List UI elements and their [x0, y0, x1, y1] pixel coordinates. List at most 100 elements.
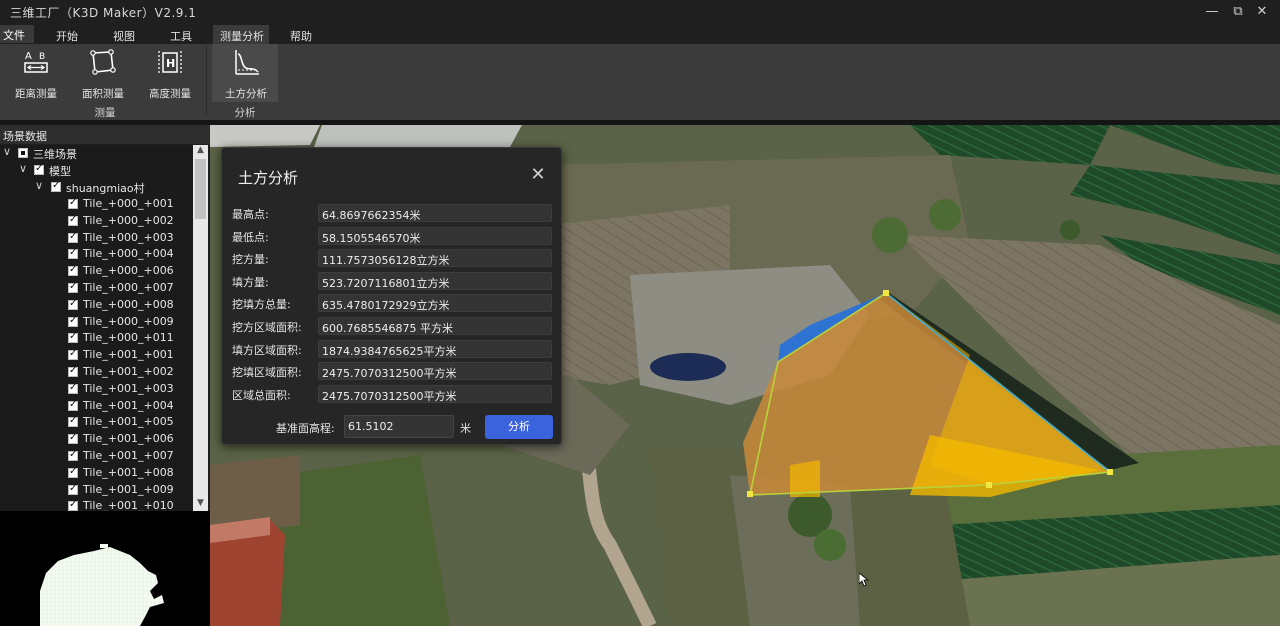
close-icon[interactable]: ✕	[528, 166, 548, 186]
tree-node-tile[interactable]: Tile_+001_+009	[0, 482, 193, 499]
distance-measure-label: 距离测量	[15, 88, 57, 100]
checkbox[interactable]	[68, 214, 78, 226]
tree-node-tile[interactable]: Tile_+001_+001	[0, 347, 193, 364]
distance-measure-button[interactable]: A B 距离测量	[5, 46, 67, 100]
tree-node-root[interactable]: ∨ 三维场景	[0, 145, 193, 162]
menu-tools[interactable]: 工具	[170, 28, 192, 44]
title-bar: 三维工厂（K3D Maker）V2.9.1 — ⧉ ✕	[0, 0, 1280, 24]
tree-node-label: 模型	[49, 165, 71, 178]
minimize-button[interactable]: —	[1202, 2, 1222, 22]
result-row: 挖填区域面积: 2475.7070312500平方米	[232, 362, 554, 381]
checkbox[interactable]	[68, 264, 78, 277]
menu-help[interactable]: 帮助	[290, 28, 312, 44]
minimap-footprint-image	[40, 544, 164, 626]
tree-node-label: Tile_+000_+008	[83, 297, 174, 311]
tree-node-tile[interactable]: Tile_+001_+010	[0, 498, 193, 511]
tree-node-tile[interactable]: Tile_+000_+008	[0, 297, 193, 314]
menu-view[interactable]: 视图	[113, 28, 135, 44]
chevron-down-icon[interactable]: ∨	[3, 145, 11, 158]
chevron-down-icon[interactable]: ∨	[19, 162, 27, 175]
result-value: 64.8697662354米	[318, 204, 552, 222]
result-value: 1874.9384765625平方米	[318, 339, 552, 358]
checkbox[interactable]	[68, 231, 78, 243]
height-measure-button[interactable]: H 高度测量	[139, 46, 201, 100]
analyze-button[interactable]: 分析	[485, 415, 553, 439]
checkbox[interactable]	[34, 163, 44, 175]
tree-node-label: Tile_+001_+006	[83, 432, 174, 446]
restore-button[interactable]: ⧉	[1228, 2, 1248, 22]
tree-node-tile[interactable]: Tile_+000_+002	[0, 213, 193, 230]
checkbox[interactable]	[68, 466, 78, 478]
checkbox[interactable]	[68, 399, 78, 411]
scroll-down-icon[interactable]: ▼	[193, 498, 208, 511]
result-value: 600.7685546875 平方米	[318, 317, 552, 335]
app-title: 三维工厂（K3D Maker）V2.9.1	[10, 6, 197, 20]
tree-node-tile[interactable]: Tile_+000_+007	[0, 280, 193, 297]
tree-node-label: Tile_+001_+003	[83, 381, 174, 395]
tree-node-tile[interactable]: Tile_+000_+003	[0, 230, 193, 247]
tree-node-tile[interactable]: Tile_+000_+004	[0, 246, 193, 263]
tree-node-tile[interactable]: Tile_+000_+001	[0, 196, 193, 213]
checkbox[interactable]	[68, 281, 78, 293]
tree-node-tile[interactable]: Tile_+000_+006	[0, 263, 193, 280]
checkbox[interactable]	[68, 247, 78, 260]
tree-node-tile[interactable]: Tile_+001_+002	[0, 364, 193, 381]
tree-node-tile[interactable]: Tile_+001_+006	[0, 431, 193, 448]
result-row: 填方区域面积: 1874.9384765625平方米	[232, 339, 554, 358]
checkbox[interactable]	[68, 315, 78, 327]
tree-node-label: Tile_+000_+007	[83, 281, 174, 294]
tree-node-tile[interactable]: Tile_+001_+007	[0, 448, 193, 465]
menu-start[interactable]: 开始	[56, 28, 78, 44]
result-value: 523.7207116801立方米	[318, 271, 552, 290]
scroll-up-icon[interactable]: ▲	[193, 145, 208, 158]
tree-node-tile[interactable]: Tile_+001_+004	[0, 398, 193, 415]
result-label: 填方量:	[232, 275, 269, 289]
result-label: 区域总面积:	[232, 388, 291, 402]
tree-node-tile[interactable]: Tile_+000_+009	[0, 314, 193, 331]
tree-node-label: Tile_+001_+010	[83, 499, 174, 511]
result-row: 最高点: 64.8697662354米	[232, 204, 554, 222]
svg-text:B: B	[39, 52, 45, 62]
tree-node-tile[interactable]: Tile_+000_+011	[0, 330, 193, 347]
tree-node-label: Tile_+000_+004	[83, 247, 174, 261]
base-elevation-input[interactable]: 61.5102	[344, 415, 454, 438]
result-row: 挖方量: 111.7573056128立方米	[232, 249, 554, 268]
distance-measure-icon: A B	[24, 51, 48, 73]
scene-data-panel: 场景数据 ∨ 三维场景 ∨ 模型 ∨ shuangmiao村 Tile_+000…	[0, 125, 210, 626]
chevron-down-icon[interactable]: ∨	[35, 179, 43, 192]
checkbox[interactable]	[68, 365, 78, 377]
tree-node-model[interactable]: ∨ 模型	[0, 162, 193, 179]
area-measure-button[interactable]: 面积测量	[72, 46, 134, 100]
close-window-button[interactable]: ✕	[1252, 2, 1272, 22]
checkbox[interactable]	[68, 331, 78, 344]
earthwork-analysis-button[interactable]: 土方分析	[215, 46, 277, 100]
result-row: 填方量: 523.7207116801立方米	[232, 271, 554, 290]
checkbox[interactable]	[68, 382, 78, 394]
menu-measure-analysis[interactable]: 测量分析	[220, 28, 264, 44]
tree-scrollbar[interactable]: ▲ ▼	[193, 145, 208, 511]
scroll-thumb[interactable]	[195, 159, 206, 219]
checkbox[interactable]	[68, 432, 78, 445]
checkbox[interactable]	[68, 483, 78, 495]
menu-file[interactable]: 文件 ▼	[0, 25, 34, 55]
checkbox[interactable]	[68, 197, 78, 209]
tree-node-label: Tile_+001_+005	[83, 415, 174, 429]
overview-minimap[interactable]	[0, 511, 210, 626]
checkbox[interactable]	[68, 449, 78, 461]
checkbox[interactable]	[68, 298, 78, 310]
result-value: 2475.7070312500平方米	[318, 384, 552, 403]
tree-node-label: 三维场景	[33, 148, 77, 161]
result-label: 最低点:	[232, 230, 269, 244]
tree-node-village[interactable]: ∨ shuangmiao村	[0, 179, 193, 196]
result-label: 挖方区域面积:	[232, 321, 302, 334]
tree-node-tile[interactable]: Tile_+001_+003	[0, 381, 193, 398]
tree-node-tile[interactable]: Tile_+001_+005	[0, 414, 193, 431]
svg-text:A: A	[25, 51, 32, 62]
tree-node-tile[interactable]: Tile_+001_+008	[0, 465, 193, 482]
result-label: 填方区域面积:	[232, 343, 302, 357]
checkbox[interactable]	[68, 348, 78, 361]
checkbox[interactable]	[68, 415, 78, 428]
checkbox[interactable]	[51, 180, 61, 192]
checkbox[interactable]	[18, 148, 28, 158]
checkbox[interactable]	[68, 499, 78, 511]
